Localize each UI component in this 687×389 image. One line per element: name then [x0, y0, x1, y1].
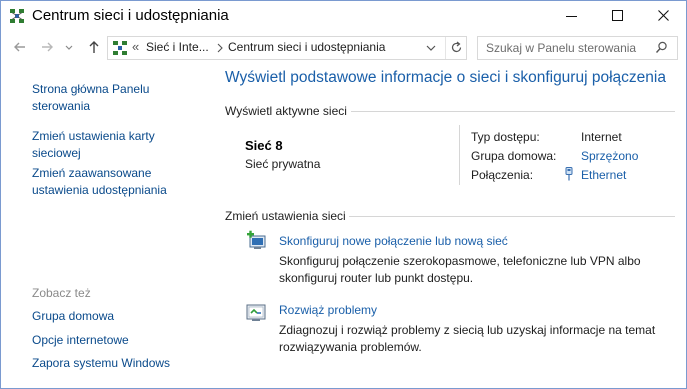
homegroup-label: Grupa domowa:: [471, 149, 557, 163]
forward-button[interactable]: [38, 38, 56, 56]
minimize-icon: [566, 16, 577, 17]
refresh-icon: [451, 41, 462, 53]
ethernet-connection-link[interactable]: Ethernet: [581, 168, 626, 182]
vertical-divider: [459, 125, 460, 185]
connections-label: Połączenia:: [471, 168, 534, 182]
left-link-control-panel-home[interactable]: Strona główna Panelu sterowania: [32, 81, 202, 115]
see-also-heading: Zobacz też: [32, 286, 91, 300]
back-button[interactable]: [11, 38, 29, 56]
troubleshoot-link[interactable]: Rozwiąż problemy: [279, 303, 377, 317]
breadcrumb-current[interactable]: Centrum sieci i udostępniania: [228, 40, 385, 54]
left-link-advanced-sharing[interactable]: Zmień zaawansowane ustawienia udostępnia…: [32, 165, 202, 199]
setup-new-connection-description: Skonfiguruj połączenie szerokopasmowe, t…: [279, 254, 641, 285]
minimize-button[interactable]: [549, 1, 595, 31]
see-also-internet-options[interactable]: Opcje internetowe: [32, 332, 202, 349]
address-overflow[interactable]: «: [132, 39, 139, 54]
access-type-value: Internet: [581, 130, 622, 144]
divider: [349, 216, 675, 217]
window-title: Centrum sieci i udostępniania: [32, 7, 229, 24]
forward-arrow-icon: [42, 42, 53, 52]
search-box[interactable]: Szukaj w Panelu sterowania: [477, 36, 678, 60]
change-settings-heading: Zmień ustawienia sieci: [225, 209, 346, 223]
close-button[interactable]: [641, 1, 686, 31]
address-bar[interactable]: « Sieć i Inte... Centrum sieci i udostęp…: [107, 36, 467, 60]
divider: [351, 111, 675, 112]
chevron-down-icon: [65, 45, 73, 50]
back-arrow-icon: [14, 42, 25, 52]
setup-new-connection-link[interactable]: Skonfiguruj nowe połączenie lub nową sie…: [279, 234, 508, 248]
up-arrow-icon: [89, 41, 99, 53]
control-panel-icon: [113, 41, 127, 55]
see-also-windows-firewall[interactable]: Zapora systemu Windows: [32, 355, 202, 372]
address-dropdown-icon[interactable]: [426, 43, 436, 53]
breadcrumb-separator-icon[interactable]: [216, 42, 224, 54]
navigation-bar: « Sieć i Inte... Centrum sieci i udostęp…: [1, 34, 686, 62]
maximize-icon: [612, 10, 623, 21]
homegroup-link[interactable]: Sprzężono: [581, 149, 638, 163]
left-link-change-adapter-settings[interactable]: Zmień ustawienia karty sieciowej: [32, 128, 202, 162]
access-type-label: Typ dostępu:: [471, 130, 540, 144]
up-button[interactable]: [85, 38, 103, 56]
page-title: Wyświetl podstawowe informacje o sieci i…: [225, 69, 666, 86]
active-networks-heading: Wyświetl aktywne sieci: [225, 104, 347, 118]
troubleshoot-icon[interactable]: [245, 302, 267, 324]
search-placeholder[interactable]: Szukaj w Panelu sterowania: [486, 41, 636, 55]
maximize-button[interactable]: [595, 1, 641, 31]
network-type: Sieć prywatna: [245, 157, 321, 171]
ethernet-icon[interactable]: [564, 167, 574, 181]
network-center-icon: [10, 9, 24, 23]
breadcrumb-network[interactable]: Sieć i Inte...: [146, 40, 209, 54]
refresh-button[interactable]: [445, 37, 466, 59]
window: Centrum sieci i udostępniania « Sieć i I…: [0, 0, 687, 389]
network-name: Sieć 8: [245, 138, 283, 153]
title-bar: Centrum sieci i udostępniania: [1, 1, 686, 31]
troubleshoot-description: Zdiagnozuj i rozwiąż problemy z siecią l…: [279, 323, 656, 354]
recent-locations-button[interactable]: [63, 38, 75, 56]
search-icon[interactable]: [655, 41, 668, 54]
close-icon: [658, 10, 669, 21]
new-connection-icon[interactable]: [245, 230, 267, 252]
see-also-homegroup[interactable]: Grupa domowa: [32, 308, 202, 325]
